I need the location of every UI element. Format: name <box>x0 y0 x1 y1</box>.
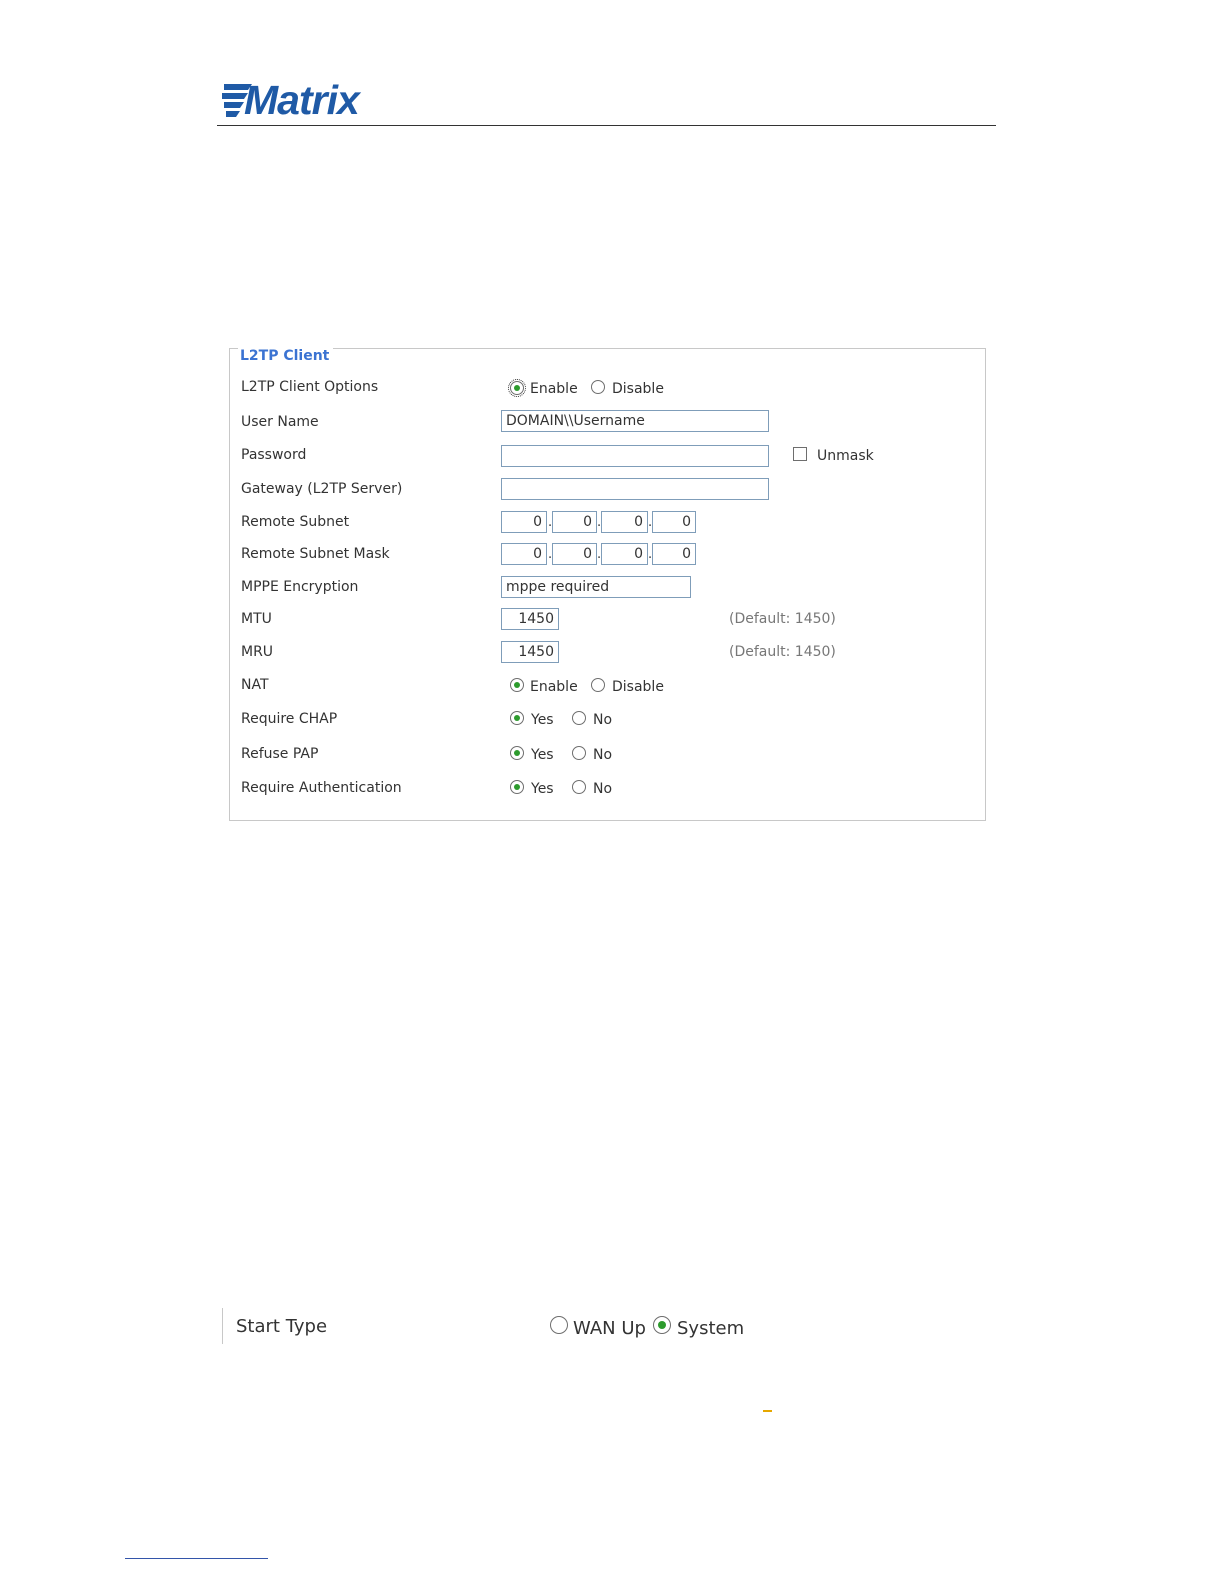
remote-mask-octet-4[interactable]: 0 <box>652 543 696 565</box>
remote-mask-octet-3[interactable]: 0 <box>601 543 648 565</box>
mppe-label: MPPE Encryption <box>241 579 359 595</box>
password-input[interactable] <box>501 445 769 467</box>
remote-mask-label: Remote Subnet Mask <box>241 546 390 562</box>
nat-disable-label: Disable <box>612 679 664 695</box>
client-options-disable-label: Disable <box>612 381 664 397</box>
logo-text: Matrix <box>244 77 360 123</box>
auth-no-radio[interactable] <box>572 780 586 794</box>
footnote-rule <box>125 1558 268 1559</box>
mppe-input[interactable]: mppe required <box>501 576 691 598</box>
client-options-enable-radio[interactable] <box>508 379 526 397</box>
remote-mask-octet-1[interactable]: 0 <box>501 543 547 565</box>
remote-subnet-octet-3[interactable]: 0 <box>601 511 648 533</box>
pap-no-label: No <box>593 747 613 763</box>
mru-input[interactable]: 1450 <box>501 641 559 663</box>
client-options-label: L2TP Client Options <box>241 379 379 395</box>
remote-subnet-octet-1[interactable]: 0 <box>501 511 547 533</box>
auth-label: Require Authentication <box>241 780 402 796</box>
mtu-label: MTU <box>241 611 272 627</box>
chap-yes-label: Yes <box>531 712 554 728</box>
gateway-input[interactable] <box>501 478 769 500</box>
auth-yes-radio[interactable] <box>510 780 524 794</box>
chap-yes-radio[interactable] <box>510 711 524 725</box>
orange-mark <box>763 1410 772 1412</box>
remote-subnet-label: Remote Subnet <box>241 514 350 530</box>
start-type-wan-up-radio[interactable] <box>550 1316 568 1334</box>
nat-enable-label: Enable <box>530 679 578 695</box>
panel-legend: L2TP Client <box>238 348 334 364</box>
remote-subnet-octet-4[interactable]: 0 <box>652 511 696 533</box>
username-label: User Name <box>241 414 319 430</box>
client-options-enable-label: Enable <box>530 381 578 397</box>
auth-yes-label: Yes <box>531 781 554 797</box>
mru-default-hint: (Default: 1450) <box>729 644 836 660</box>
start-type-label: Start Type <box>236 1316 328 1337</box>
chap-no-radio[interactable] <box>572 711 586 725</box>
client-options-disable-radio[interactable] <box>591 380 605 394</box>
remote-mask-octet-2[interactable]: 0 <box>552 543 597 565</box>
pap-label: Refuse PAP <box>241 746 319 762</box>
unmask-checkbox[interactable] <box>793 447 807 461</box>
gateway-label: Gateway (L2TP Server) <box>241 481 403 497</box>
snippet-border <box>222 1308 223 1344</box>
mtu-default-hint: (Default: 1450) <box>729 611 836 627</box>
auth-no-label: No <box>593 781 613 797</box>
nat-label: NAT <box>241 677 269 693</box>
start-type-wan-up-label: WAN Up <box>573 1318 646 1339</box>
password-label: Password <box>241 447 307 463</box>
unmask-label: Unmask <box>817 448 874 464</box>
mru-label: MRU <box>241 644 274 660</box>
remote-subnet-octet-2[interactable]: 0 <box>552 511 597 533</box>
chap-no-label: No <box>593 712 613 728</box>
nat-enable-radio[interactable] <box>510 678 524 692</box>
start-type-system-label: System <box>677 1318 745 1339</box>
pap-yes-label: Yes <box>531 747 554 763</box>
mtu-input[interactable]: 1450 <box>501 608 559 630</box>
pap-yes-radio[interactable] <box>510 746 524 760</box>
nat-disable-radio[interactable] <box>591 678 605 692</box>
start-type-system-radio[interactable] <box>653 1316 671 1334</box>
chap-label: Require CHAP <box>241 711 338 727</box>
username-input[interactable]: DOMAIN\\Username <box>501 410 769 432</box>
header-rule <box>217 125 996 126</box>
pap-no-radio[interactable] <box>572 746 586 760</box>
